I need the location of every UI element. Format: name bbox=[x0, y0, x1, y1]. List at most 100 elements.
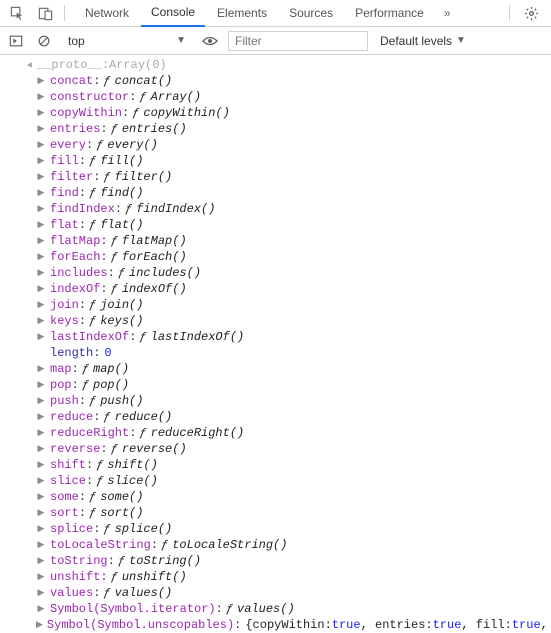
f-keyword: ƒ bbox=[89, 393, 96, 409]
f-keyword: ƒ bbox=[103, 585, 110, 601]
prop-name: some bbox=[50, 489, 79, 505]
method-row[interactable]: ▶reverse:ƒreverse() bbox=[0, 441, 551, 457]
prop-name: filter bbox=[50, 169, 93, 185]
method-row[interactable]: ▶reduceRight:ƒreduceRight() bbox=[0, 425, 551, 441]
filter-input[interactable] bbox=[228, 31, 368, 51]
f-keyword: ƒ bbox=[139, 89, 146, 105]
inspect-element-icon[interactable] bbox=[4, 0, 30, 26]
method-row[interactable]: ▶join:ƒjoin() bbox=[0, 297, 551, 313]
fn-name: Array() bbox=[151, 89, 201, 105]
method-row[interactable]: ▶values:ƒvalues() bbox=[0, 585, 551, 601]
prop-name: indexOf bbox=[50, 281, 100, 297]
method-row[interactable]: ▶splice:ƒsplice() bbox=[0, 521, 551, 537]
method-row[interactable]: ▶flat:ƒflat() bbox=[0, 217, 551, 233]
f-keyword: ƒ bbox=[111, 121, 118, 137]
method-row[interactable]: ▶keys:ƒkeys() bbox=[0, 313, 551, 329]
expand-right-icon: ▶ bbox=[36, 489, 46, 505]
method-row[interactable]: ▶concat:ƒconcat() bbox=[0, 73, 551, 89]
method-row[interactable]: ▶fill:ƒfill() bbox=[0, 153, 551, 169]
method-row[interactable]: ▶lastIndexOf:ƒlastIndexOf() bbox=[0, 329, 551, 345]
f-keyword: ƒ bbox=[139, 329, 146, 345]
expand-right-icon: ▶ bbox=[36, 249, 46, 265]
tab-network[interactable]: Network bbox=[75, 0, 139, 27]
expand-right-icon: ▶ bbox=[36, 457, 46, 473]
context-selector[interactable]: top ▼ bbox=[62, 32, 192, 50]
expand-down-icon: ▼ bbox=[21, 60, 37, 70]
prop-name: find bbox=[50, 185, 79, 201]
tab-performance[interactable]: Performance bbox=[345, 0, 434, 27]
console-output: ▼ __proto__: Array(0) ▶concat:ƒconcat()▶… bbox=[0, 55, 551, 633]
fn-name: every() bbox=[107, 137, 157, 153]
method-row[interactable]: ▶forEach:ƒforEach() bbox=[0, 249, 551, 265]
devtools-toolbar: Network Console Elements Sources Perform… bbox=[0, 0, 551, 27]
method-row[interactable]: ▶flatMap:ƒflatMap() bbox=[0, 233, 551, 249]
fn-name: shift() bbox=[107, 457, 157, 473]
more-tabs-button[interactable]: » bbox=[436, 0, 459, 27]
method-row[interactable]: ▶shift:ƒshift() bbox=[0, 457, 551, 473]
method-row[interactable]: ▶constructor:ƒArray() bbox=[0, 89, 551, 105]
length-row[interactable]: ▶ length: 0 bbox=[0, 345, 551, 361]
fn-name: flat() bbox=[100, 217, 143, 233]
method-row[interactable]: ▶indexOf:ƒindexOf() bbox=[0, 281, 551, 297]
settings-gear-icon[interactable] bbox=[516, 6, 547, 21]
fn-name: fill() bbox=[100, 153, 143, 169]
prop-name: constructor bbox=[50, 89, 129, 105]
proto-header-row[interactable]: ▼ __proto__: Array(0) bbox=[0, 57, 551, 73]
fn-name: some() bbox=[100, 489, 143, 505]
method-row[interactable]: ▶entries:ƒentries() bbox=[0, 121, 551, 137]
fn-name: flatMap() bbox=[122, 233, 187, 249]
expand-right-icon: ▶ bbox=[36, 505, 46, 521]
method-row[interactable]: ▶slice:ƒslice() bbox=[0, 473, 551, 489]
expand-right-icon: ▶ bbox=[36, 217, 46, 233]
method-row[interactable]: ▶toLocaleString:ƒtoLocaleString() bbox=[0, 537, 551, 553]
f-keyword: ƒ bbox=[226, 601, 233, 617]
live-expression-icon[interactable] bbox=[200, 31, 220, 51]
symbol-iterator-row[interactable]: ▶ Symbol(Symbol.iterator): ƒ values() bbox=[0, 601, 551, 617]
prop-name: every bbox=[50, 137, 86, 153]
method-row[interactable]: ▶filter:ƒfilter() bbox=[0, 169, 551, 185]
sidebar-toggle-icon[interactable] bbox=[6, 31, 26, 51]
method-row[interactable]: ▶every:ƒevery() bbox=[0, 137, 551, 153]
prop-name: includes bbox=[50, 265, 108, 281]
prop-name: Symbol(Symbol.unscopables) bbox=[47, 617, 234, 633]
tab-sources[interactable]: Sources bbox=[279, 0, 343, 27]
expand-right-icon: ▶ bbox=[36, 569, 46, 585]
tab-elements[interactable]: Elements bbox=[207, 0, 277, 27]
tab-console[interactable]: Console bbox=[141, 0, 205, 27]
panel-tabs: Network Console Elements Sources Perform… bbox=[75, 0, 459, 27]
symbol-unscopables-row[interactable]: ▶ Symbol(Symbol.unscopables): {copyWithi… bbox=[0, 617, 551, 633]
expand-right-icon: ▶ bbox=[36, 73, 46, 89]
method-row[interactable]: ▶reduce:ƒreduce() bbox=[0, 409, 551, 425]
prop-name: length bbox=[50, 345, 93, 361]
method-row[interactable]: ▶toString:ƒtoString() bbox=[0, 553, 551, 569]
method-row[interactable]: ▶map:ƒmap() bbox=[0, 361, 551, 377]
device-toggle-icon[interactable] bbox=[32, 0, 58, 26]
f-keyword: ƒ bbox=[103, 169, 110, 185]
expand-right-icon: ▶ bbox=[36, 441, 46, 457]
prop-name: splice bbox=[50, 521, 93, 537]
expand-right-icon: ▶ bbox=[36, 409, 46, 425]
method-row[interactable]: ▶pop:ƒpop() bbox=[0, 377, 551, 393]
method-row[interactable]: ▶some:ƒsome() bbox=[0, 489, 551, 505]
f-keyword: ƒ bbox=[89, 297, 96, 313]
method-row[interactable]: ▶find:ƒfind() bbox=[0, 185, 551, 201]
method-row[interactable]: ▶sort:ƒsort() bbox=[0, 505, 551, 521]
f-keyword: ƒ bbox=[89, 489, 96, 505]
context-label: top bbox=[68, 34, 85, 48]
f-keyword: ƒ bbox=[125, 201, 132, 217]
f-keyword: ƒ bbox=[111, 233, 118, 249]
clear-console-icon[interactable] bbox=[34, 31, 54, 51]
expand-right-icon: ▶ bbox=[36, 121, 46, 137]
method-row[interactable]: ▶includes:ƒincludes() bbox=[0, 265, 551, 281]
expand-right-icon: ▶ bbox=[36, 89, 46, 105]
method-row[interactable]: ▶unshift:ƒunshift() bbox=[0, 569, 551, 585]
fn-name: concat() bbox=[115, 73, 173, 89]
log-levels-selector[interactable]: Default levels ▼ bbox=[376, 34, 470, 48]
prop-name: shift bbox=[50, 457, 86, 473]
method-row[interactable]: ▶copyWithin:ƒcopyWithin() bbox=[0, 105, 551, 121]
method-row[interactable]: ▶push:ƒpush() bbox=[0, 393, 551, 409]
prop-name: flat bbox=[50, 217, 79, 233]
f-keyword: ƒ bbox=[161, 537, 168, 553]
method-row[interactable]: ▶findIndex:ƒfindIndex() bbox=[0, 201, 551, 217]
expand-right-icon: ▶ bbox=[36, 617, 43, 633]
